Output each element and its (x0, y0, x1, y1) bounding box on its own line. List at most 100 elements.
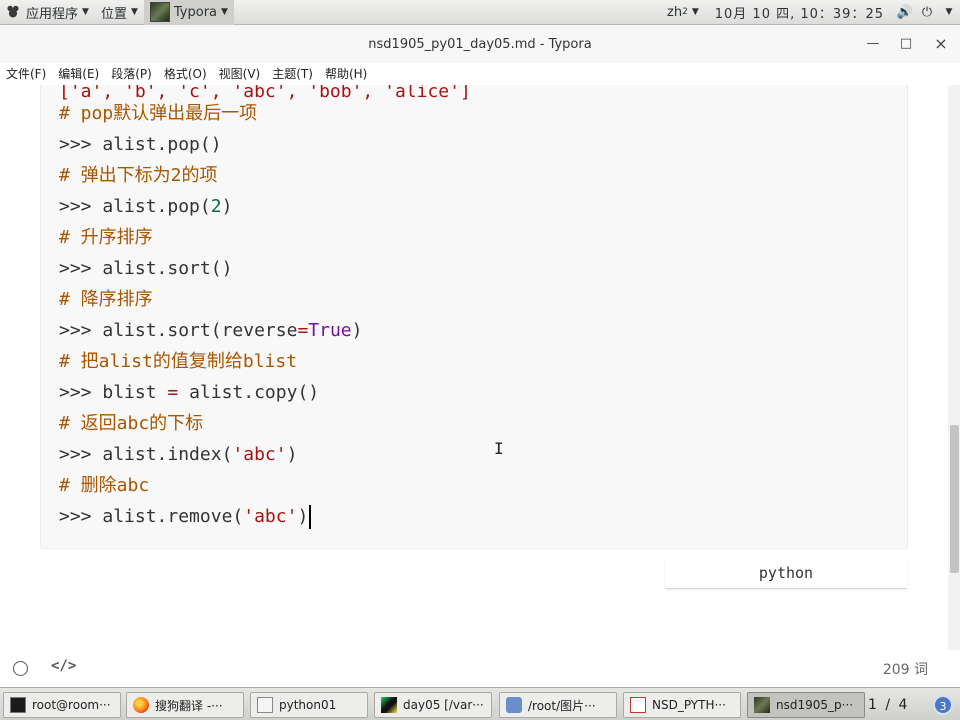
task-typora[interactable]: nsd1905_p··· (747, 692, 865, 718)
text-caret (309, 505, 312, 529)
code-line-comment: # 把alist的值复制给blist (59, 346, 297, 377)
minimize-button[interactable]: — (862, 33, 884, 55)
task-label: /root/图片··· (528, 698, 596, 713)
file-manager-icon (506, 697, 522, 713)
places-label: 位置 (100, 6, 127, 22)
scrollbar-thumb[interactable] (950, 425, 959, 573)
applications-menu[interactable]: 应用程序 ▼ (0, 0, 95, 25)
outline-toggle-icon[interactable] (13, 661, 28, 676)
menu-view[interactable]: 视图(V) (213, 63, 267, 85)
active-app-menu[interactable]: Typora ▼ (143, 0, 234, 25)
pycharm-icon (381, 697, 397, 713)
chevron-down-icon: ▼ (130, 7, 138, 17)
applications-label: 应用程序 (26, 6, 79, 22)
code-line: >>> alist.pop(2) (59, 191, 232, 222)
code-line: >>> alist.sort() (59, 253, 232, 284)
code-text: blist (102, 382, 168, 403)
active-app-label: Typora (173, 4, 218, 20)
repl-prompt: >>> (59, 506, 103, 527)
terminal-icon (10, 697, 26, 713)
repl-prompt: >>> (59, 444, 103, 465)
repl-prompt: >>> (59, 134, 103, 155)
code-text: ) (297, 506, 309, 527)
vertical-scrollbar[interactable] (948, 85, 960, 650)
menu-edit[interactable]: 编辑(E) (52, 63, 105, 85)
chevron-down-icon[interactable]: ▼ (938, 7, 960, 17)
task-label: python01 (279, 698, 337, 712)
menu-format[interactable]: 格式(O) (158, 63, 213, 85)
task-pycharm[interactable]: day05 [/var··· (374, 692, 492, 718)
typora-app-icon (149, 2, 170, 22)
gnome-foot-icon (6, 5, 20, 19)
maximize-button[interactable]: □ (895, 33, 917, 55)
code-text: alist.pop() (102, 134, 222, 155)
code-text: alist.sort() (102, 258, 233, 279)
code-comment: # 降序排序 (59, 289, 153, 310)
input-method-sub: 2 (682, 7, 688, 17)
code-line: >>> alist.sort(reverse=True) (59, 315, 362, 346)
code-comment: # pop默认弹出最后一项 (59, 103, 258, 124)
code-string: 'abc' (243, 506, 298, 527)
task-firefox[interactable]: 搜狗翻译 -··· (126, 692, 244, 718)
code-comment: # 升序排序 (59, 227, 153, 248)
workspace-pager[interactable]: 1 / 4 (868, 692, 909, 718)
code-text: ) (351, 320, 363, 341)
code-line-comment: # 返回abc的下标 (59, 408, 203, 439)
code-line-comment: # 弹出下标为2的项 (59, 160, 218, 191)
clock[interactable]: 10月 10 四, 10：39：25 (705, 0, 894, 25)
code-line: >>> alist.pop() (59, 129, 222, 160)
code-comment: # 把alist的值复制给blist (59, 351, 298, 372)
code-text: alist.copy() (178, 382, 320, 403)
menu-theme[interactable]: 主题(T) (266, 63, 319, 85)
code-text: ) (221, 196, 233, 217)
code-text: alist.remove( (102, 506, 244, 527)
typora-app-icon (754, 697, 770, 713)
document-icon (257, 697, 273, 713)
code-block[interactable]: ['a', 'b', 'c', 'abc', 'bob', 'alice'] #… (40, 85, 908, 549)
code-line-comment: # pop默认弹出最后一项 (59, 98, 257, 129)
code-line-comment: # 升序排序 (59, 222, 153, 253)
task-files[interactable]: /root/图片··· (499, 692, 617, 718)
task-label: NSD_PYTH··· (652, 698, 726, 712)
code-text: alist.sort(reverse (102, 320, 298, 341)
task-label: nsd1905_p··· (776, 698, 854, 712)
top-panel: 应用程序 ▼ 位置 ▼ Typora ▼ zh 2 ▼ 10月 10 四, 10：… (0, 0, 960, 25)
repl-prompt: >>> (59, 258, 103, 279)
code-line-comment: # 降序排序 (59, 284, 153, 315)
places-menu[interactable]: 位置 ▼ (95, 0, 144, 25)
window-titlebar[interactable]: nsd1905_py01_day05.md - Typora — □ × (0, 25, 960, 63)
code-line: >>> blist = alist.copy() (59, 377, 319, 408)
code-language-input[interactable]: python (665, 557, 907, 589)
code-operator: = (297, 320, 309, 341)
task-terminal[interactable]: root@room··· (3, 692, 121, 718)
repl-prompt: >>> (59, 196, 103, 217)
volume-icon[interactable]: 🔊 (894, 5, 916, 20)
power-icon[interactable]: ⏻ (916, 5, 938, 20)
input-method-indicator[interactable]: zh 2 ▼ (661, 0, 705, 25)
workspace-badge[interactable]: 3 (933, 695, 953, 715)
code-comment: # 删除abc (59, 475, 150, 496)
window-title: nsd1905_py01_day05.md - Typora (368, 36, 592, 52)
task-document[interactable]: python01 (250, 692, 368, 718)
code-string: 'abc' (232, 444, 287, 465)
code-line: >>> alist.remove('abc') (59, 501, 312, 532)
menu-file[interactable]: 文件(F) (0, 63, 52, 85)
pdf-viewer-icon (630, 697, 646, 713)
code-line: >>> alist.index('abc') (59, 439, 297, 470)
ibeam-cursor-icon: I (494, 439, 504, 458)
chevron-down-icon: ▼ (82, 7, 89, 17)
editor-area[interactable]: ['a', 'b', 'c', 'abc', 'bob', 'alice'] #… (0, 85, 948, 650)
close-button[interactable]: × (930, 33, 952, 55)
menu-help[interactable]: 帮助(H) (319, 63, 373, 85)
menu-paragraph[interactable]: 段落(P) (105, 63, 158, 85)
code-atom: True (308, 320, 352, 341)
chevron-down-icon: ▼ (221, 7, 228, 17)
source-code-mode-icon[interactable]: </> (51, 658, 76, 674)
code-line-comment: # 删除abc (59, 470, 149, 501)
code-text: alist.index( (102, 444, 233, 465)
word-count[interactable]: 209 词 (883, 659, 928, 679)
code-operator: = (167, 382, 179, 403)
repl-prompt: >>> (59, 320, 103, 341)
task-pdf[interactable]: NSD_PYTH··· (623, 692, 741, 718)
taskbar: root@room··· 搜狗翻译 -··· python01 day05 [/… (0, 687, 960, 720)
